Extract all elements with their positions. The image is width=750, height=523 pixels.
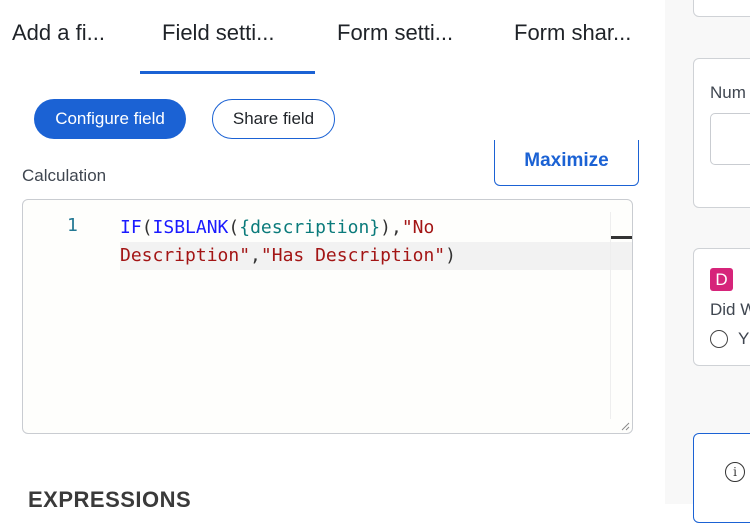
token-string: "No [401,217,435,238]
editor-scrollbar[interactable] [610,212,632,419]
token-comma: , [250,245,261,266]
field-settings-panel: Add a fi... Field setti... Form setti...… [0,0,665,512]
scrollbar-cursor-marker [611,236,632,239]
token-isblank: ISBLANK [152,217,229,238]
tab-bar: Add a fi... Field setti... Form setti...… [0,0,665,74]
tab-form-settings[interactable]: Form setti... [337,20,453,46]
question-label: Did W [710,300,750,319]
token-if: IF [120,217,142,238]
token-field-ref: {description} [239,217,381,238]
resize-handle-icon[interactable] [621,422,630,431]
calculation-editor[interactable]: 1 IF(ISBLANK({description}),"No Descript… [22,199,633,434]
active-tab-indicator [140,71,315,74]
token-string: "Has Description" [260,245,446,266]
tab-field-settings[interactable]: Field setti... [162,20,274,46]
configure-field-button[interactable]: Configure field [34,99,186,139]
radio-option-label: Y [738,329,750,348]
info-icon[interactable]: i [725,462,745,482]
token-paren: ( [228,217,240,238]
expressions-heading: EXPRESSIONS [28,487,192,512]
maximize-button[interactable]: Maximize [494,140,639,186]
code-content[interactable]: IF(ISBLANK({description}),"No Descriptio… [120,214,456,270]
radio-button[interactable] [710,330,728,348]
token-string: Description" [120,245,251,266]
preview-card[interactable] [693,0,750,17]
calculation-label: Calculation [22,166,107,185]
tab-form-sharing[interactable]: Form shar... [514,20,631,46]
field-type-badge: D [710,268,733,291]
line-number: 1 [67,215,78,236]
tab-add-field[interactable]: Add a fi... [12,20,105,46]
token-paren: ( [141,217,153,238]
token-paren: ) [445,245,456,266]
share-field-button[interactable]: Share field [212,99,335,139]
token-paren-comma: ), [380,217,402,238]
number-input[interactable] [710,113,750,165]
number-field-label: Num [710,83,746,102]
